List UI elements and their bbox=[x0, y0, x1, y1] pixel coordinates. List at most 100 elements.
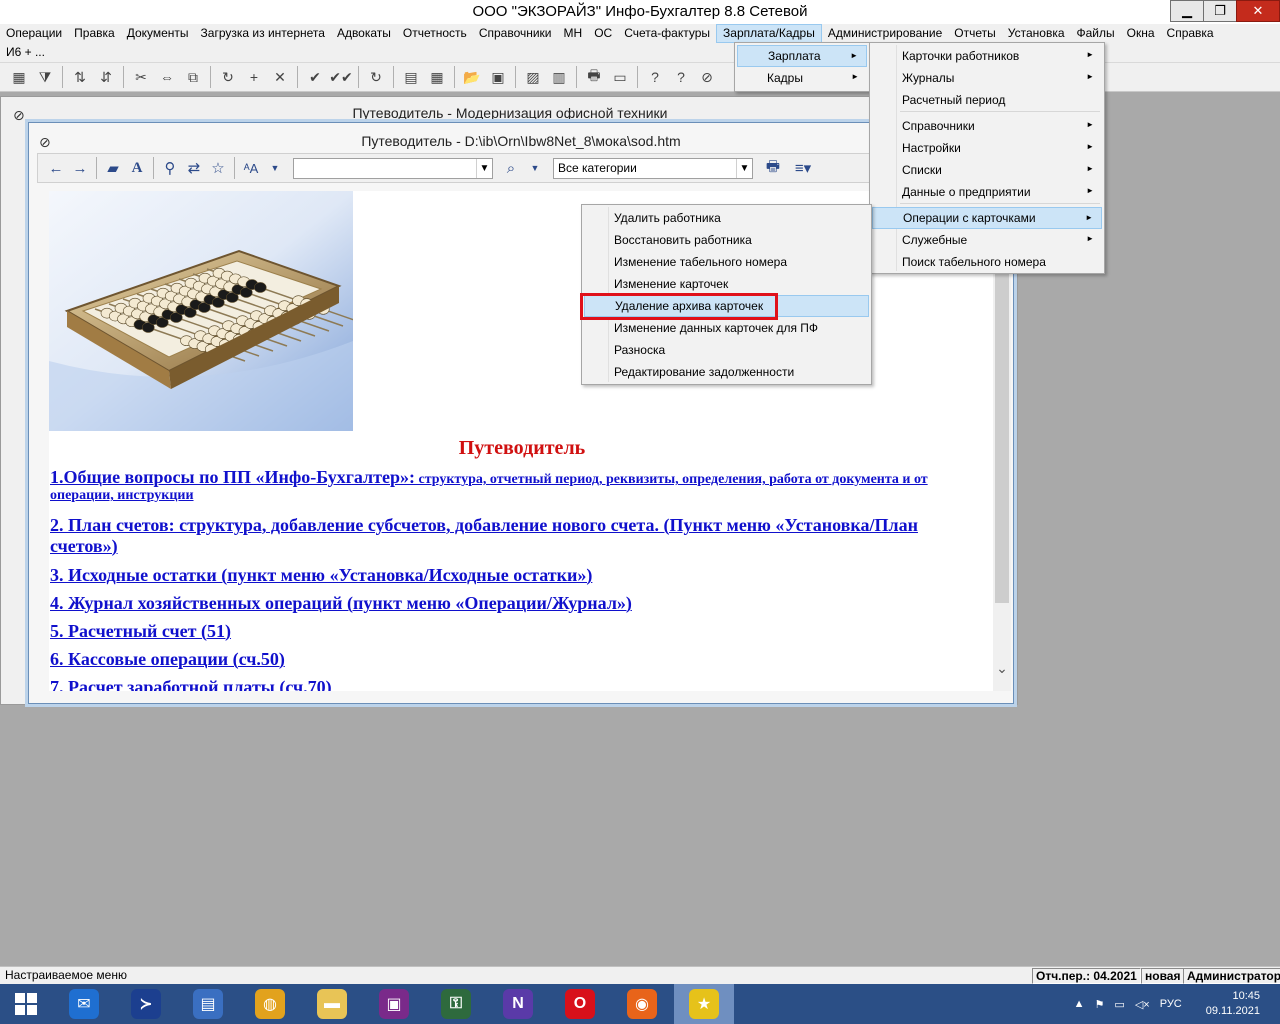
chart-icon[interactable]: ▥ bbox=[546, 65, 572, 89]
menu-item[interactable]: Восстановить работника bbox=[584, 229, 869, 251]
font-icon[interactable]: A bbox=[125, 156, 149, 180]
menu-item[interactable]: МН bbox=[558, 24, 589, 43]
network-icon[interactable]: ▭ bbox=[1114, 998, 1124, 1011]
taskbar-app-powershell[interactable]: ≻ bbox=[116, 984, 176, 1024]
taskbar-app-file-explorer[interactable]: ▬ bbox=[302, 984, 362, 1024]
refresh-icon[interactable]: ↻ bbox=[363, 65, 389, 89]
menu-item[interactable]: Загрузка из интернета bbox=[195, 24, 331, 43]
menu-item[interactable]: Расчетный период bbox=[872, 89, 1102, 111]
check-all-icon[interactable]: ✔✔ bbox=[328, 65, 354, 89]
menu-item[interactable]: Поиск табельного номера bbox=[872, 251, 1102, 273]
print-preview-icon[interactable]: ▭ bbox=[607, 65, 633, 89]
toc-link[interactable]: 3. Исходные остатки (пункт меню «Установ… bbox=[50, 565, 990, 586]
open-folder-icon[interactable]: 📂 bbox=[459, 65, 485, 89]
menu-item[interactable]: Изменение карточек bbox=[584, 273, 869, 295]
menu-item[interactable]: Редактирование задолженности bbox=[584, 361, 869, 383]
menu-item[interactable]: Разноска bbox=[584, 339, 869, 361]
add-icon[interactable]: + bbox=[241, 65, 267, 89]
back-button[interactable]: ← bbox=[44, 156, 68, 180]
find-icon[interactable]: ⌕ bbox=[499, 156, 523, 180]
menu-item[interactable]: И6 + ... bbox=[0, 43, 51, 62]
menu-item[interactable]: Правка bbox=[68, 24, 121, 43]
taskbar-app-lock-app[interactable]: ⚿ bbox=[426, 984, 486, 1024]
language-indicator[interactable]: РУС bbox=[1160, 998, 1182, 1010]
menu-item[interactable]: Зарплата/Кадры bbox=[716, 24, 822, 43]
check-icon[interactable]: ✔ bbox=[302, 65, 328, 89]
menu-item[interactable]: Адвокаты bbox=[331, 24, 397, 43]
forward-button[interactable]: → bbox=[68, 156, 92, 180]
menu-item[interactable]: Окна bbox=[1121, 24, 1161, 43]
menu-item[interactable]: Отчеты bbox=[948, 24, 1001, 43]
volume-icon[interactable]: ◁× bbox=[1135, 998, 1150, 1011]
menu-item[interactable]: Изменение табельного номера bbox=[584, 251, 869, 273]
book-icon[interactable]: ▰ bbox=[101, 156, 125, 180]
taskbar-app-server-manager[interactable]: ▤ bbox=[178, 984, 238, 1024]
menu-item[interactable]: Справка bbox=[1161, 24, 1220, 43]
menu-item[interactable]: Справочники bbox=[473, 24, 558, 43]
delete-icon[interactable]: ✕ bbox=[267, 65, 293, 89]
minimize-button[interactable]: ▁ bbox=[1170, 0, 1204, 22]
pdf-icon[interactable]: ▤ bbox=[398, 65, 424, 89]
print-icon[interactable]: 🖶 bbox=[761, 156, 785, 180]
toc-link[interactable]: 7. Расчет заработной платы (сч.70) bbox=[50, 677, 990, 691]
menu-item[interactable]: ОС bbox=[588, 24, 618, 43]
taskbar-app-outlook[interactable]: ✉ bbox=[54, 984, 114, 1024]
menu-item[interactable]: Данные о предприятии ► bbox=[872, 181, 1102, 203]
print-icon[interactable]: 🖶 bbox=[581, 65, 607, 89]
menu-item[interactable]: Документы bbox=[121, 24, 195, 43]
menu-item[interactable]: Администрирование bbox=[822, 24, 948, 43]
menu-item[interactable]: Служебные ► bbox=[872, 229, 1102, 251]
tray-up-icon[interactable]: ▲ bbox=[1074, 998, 1085, 1010]
menu-item[interactable]: Файлы bbox=[1071, 24, 1121, 43]
toc-link[interactable]: 6. Кассовые операции (сч.50) bbox=[50, 649, 990, 670]
menu-item[interactable]: Операции bbox=[0, 24, 68, 43]
menu-item[interactable]: Отчетность bbox=[397, 24, 473, 43]
start-button[interactable] bbox=[0, 984, 52, 1024]
menu-item[interactable]: Настройки ► bbox=[872, 137, 1102, 159]
menu-item[interactable]: Счета-фактуры bbox=[618, 24, 716, 43]
save-icon[interactable]: ▣ bbox=[485, 65, 511, 89]
taskbar-app-opera[interactable]: O bbox=[550, 984, 610, 1024]
image-icon[interactable]: ▨ bbox=[520, 65, 546, 89]
menu-item[interactable]: Карточки работников ► bbox=[872, 45, 1102, 67]
menu-item[interactable]: Изменение данных карточек для ПФ bbox=[584, 317, 869, 339]
toc-link[interactable]: 5. Расчетный счет (51) bbox=[50, 621, 990, 642]
compass-icon[interactable]: ⊘ bbox=[694, 65, 720, 89]
help-icon[interactable]: ? bbox=[642, 65, 668, 89]
calculator-icon[interactable]: ▦ bbox=[424, 65, 450, 89]
font-size-icon[interactable]: ᴬA bbox=[239, 156, 263, 180]
menu-item[interactable]: Журналы ► bbox=[872, 67, 1102, 89]
toc-link[interactable]: 1.Общие вопросы по ПП «Инфо-Бухгалтер»: … bbox=[50, 467, 990, 504]
chevron-down-icon[interactable]: ▼ bbox=[476, 158, 492, 178]
favorite-star-icon[interactable]: ☆ bbox=[206, 156, 230, 180]
search-icon[interactable]: ⚲ bbox=[158, 156, 182, 180]
taskbar-app-globe[interactable]: ◍ bbox=[240, 984, 300, 1024]
menu-item[interactable]: Удалить работника bbox=[584, 207, 869, 229]
chevron-down-icon[interactable]: ▼ bbox=[523, 156, 547, 180]
sync-icon[interactable]: ⇄ bbox=[182, 156, 206, 180]
category-select[interactable]: Все категории ▼ bbox=[553, 157, 753, 179]
filter-icon[interactable]: ⧩ bbox=[32, 65, 58, 89]
grid-icon[interactable]: ▦ bbox=[6, 65, 32, 89]
search-input[interactable]: ▼ bbox=[293, 157, 493, 179]
taskbar-app-firefox[interactable]: ◉ bbox=[612, 984, 672, 1024]
clock[interactable]: 10:45 09.11.2021 bbox=[1206, 989, 1260, 1019]
chevron-down-icon[interactable]: ▼ bbox=[736, 158, 752, 178]
help-pointer-icon[interactable]: ? bbox=[668, 65, 694, 89]
link-icon[interactable]: ⇔ bbox=[154, 65, 180, 89]
toc-link[interactable]: 4. Журнал хозяйственных операций (пункт … bbox=[50, 593, 990, 614]
chevron-down-icon[interactable]: ▼ bbox=[263, 156, 287, 180]
cut-icon[interactable]: ✂ bbox=[128, 65, 154, 89]
taskbar-app-nvu[interactable]: N bbox=[488, 984, 548, 1024]
menu-item[interactable]: Установка bbox=[1002, 24, 1071, 43]
taskbar-app-star-app[interactable]: ★ bbox=[674, 984, 734, 1024]
menu-item[interactable]: Справочники ► bbox=[872, 115, 1102, 137]
scroll-down-icon[interactable]: ⌄ bbox=[993, 660, 1011, 677]
taskbar-app-floppy[interactable]: ▣ bbox=[364, 984, 424, 1024]
sort-asc-icon[interactable]: ⇅ bbox=[67, 65, 93, 89]
menu-item[interactable]: Списки ► bbox=[872, 159, 1102, 181]
flag-icon[interactable]: ⚑ bbox=[1095, 998, 1105, 1011]
restore-button[interactable]: ❐ bbox=[1203, 0, 1237, 22]
close-button[interactable]: ✕ bbox=[1236, 0, 1280, 22]
sort-desc-icon[interactable]: ⇵ bbox=[93, 65, 119, 89]
